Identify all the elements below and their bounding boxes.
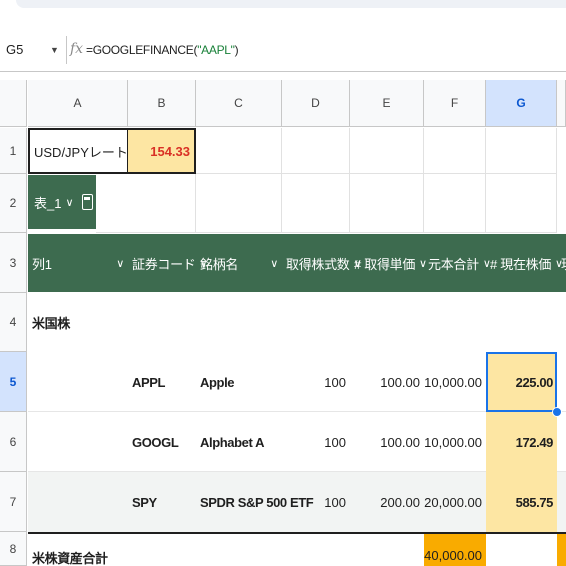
cell-f1[interactable] — [424, 128, 486, 174]
cell-e2[interactable] — [350, 174, 424, 233]
row-header-1[interactable]: 1 — [0, 128, 27, 174]
formula-suffix: ) — [234, 43, 239, 57]
cell-f2[interactable] — [424, 174, 486, 233]
code-cell[interactable]: GOOGL — [128, 412, 196, 472]
total-label-cell[interactable]: 米株資産合計 — [28, 534, 178, 566]
row-header-5[interactable]: 5 — [0, 352, 27, 412]
cell-g2[interactable] — [486, 174, 557, 233]
row-header-3[interactable]: 3 — [0, 233, 27, 293]
row-header-4[interactable]: 4 — [0, 293, 27, 352]
header-next-col-label: 現 — [561, 254, 566, 273]
header-col-1[interactable]: 列1 ∨ — [28, 234, 128, 292]
name-cell[interactable]: Apple — [196, 352, 282, 412]
name-cell[interactable]: SPDR S&P 500 ETF — [196, 472, 314, 532]
header-shares[interactable]: 取得株式数 ∨ — [282, 234, 362, 292]
table-name: 表_1 — [34, 195, 62, 211]
formula-bar-divider — [66, 36, 67, 64]
total-next-cell[interactable] — [557, 534, 566, 566]
active-cell-outline — [486, 352, 557, 412]
column-header-d[interactable]: D — [282, 80, 350, 127]
cell-d2[interactable] — [282, 174, 350, 233]
code-cell[interactable]: SPY — [128, 472, 196, 532]
unit-cost-cell[interactable]: 100.00 — [350, 412, 424, 472]
header-col-1-dropdown-icon[interactable]: ∨ — [116, 257, 124, 270]
principal-cell[interactable]: 20,000.00 — [424, 472, 486, 532]
header-unit-cost[interactable]: # 取得単価 ∨ — [350, 234, 427, 292]
table-name-chip[interactable]: 表_1 ∨ — [28, 175, 96, 229]
fill-handle[interactable] — [552, 407, 562, 417]
header-current-price-label: # 現在株価 — [490, 256, 552, 272]
fx-icon: fx — [70, 41, 84, 57]
column-header-c[interactable]: C — [196, 80, 282, 127]
formula-bar: G5 ▼ fx =GOOGLEFINANCE("AAPL") — [0, 28, 566, 72]
principal-cell[interactable]: 10,000.00 — [424, 412, 486, 472]
header-current-price[interactable]: # 現在株価 ∨ — [486, 234, 563, 292]
unit-cost-cell[interactable]: 100.00 — [350, 352, 424, 412]
cell-c1[interactable] — [196, 128, 282, 174]
name-box[interactable]: G5 — [6, 39, 56, 61]
code-cell[interactable]: APPL — [128, 352, 196, 412]
header-shares-label: 取得株式数 — [286, 256, 350, 272]
header-securities-code-label: 証券コード — [132, 256, 196, 272]
top-toolbar — [0, 0, 566, 28]
select-all-corner[interactable] — [0, 80, 27, 127]
shares-cell[interactable]: 100 — [282, 472, 350, 532]
calculator-icon[interactable] — [81, 194, 93, 210]
header-stock-name-label: 銘柄名 — [200, 256, 239, 272]
principal-cell[interactable]: 10,000.00 — [424, 352, 486, 412]
unit-cost-cell[interactable]: 200.00 — [350, 472, 424, 532]
name-cell[interactable]: Alphabet A — [196, 412, 282, 472]
header-next-col[interactable]: 現 — [557, 234, 566, 292]
group-label-cell[interactable]: 米国株 — [28, 293, 128, 352]
column-header-g[interactable]: G — [486, 80, 557, 127]
shares-cell[interactable]: 100 — [282, 352, 350, 412]
price-cell[interactable]: 585.75 — [486, 472, 557, 532]
column-header-a[interactable]: A — [28, 80, 128, 127]
header-principal-label: 元本合計 — [428, 256, 479, 272]
toolbar-strip — [16, 0, 566, 8]
rate-value-cell[interactable]: 154.33 — [128, 128, 196, 174]
header-stock-name[interactable]: 銘柄名 ∨ — [196, 234, 282, 292]
name-box-dropdown-icon[interactable]: ▼ — [50, 39, 59, 61]
column-header-e[interactable]: E — [350, 80, 424, 127]
total-principal-cell[interactable]: 40,000.00 — [424, 534, 486, 566]
row-header-7[interactable]: 7 — [0, 472, 27, 532]
cell-g1[interactable] — [486, 128, 557, 174]
cell-e1[interactable] — [350, 128, 424, 174]
row-header-6[interactable]: 6 — [0, 412, 27, 472]
column-header-h[interactable] — [557, 80, 566, 127]
cell-d1[interactable] — [282, 128, 350, 174]
header-principal[interactable]: 元本合計 ∨ — [424, 234, 491, 292]
row-header-8[interactable]: 8 — [0, 532, 27, 566]
cell-c2[interactable] — [196, 174, 282, 233]
shares-cell[interactable]: 100 — [282, 412, 350, 472]
column-header-f[interactable]: F — [424, 80, 486, 127]
header-securities-code[interactable]: 証券コード ∨ — [128, 234, 208, 292]
cell-b2[interactable] — [96, 174, 196, 233]
formula-prefix: =GOOGLEFINANCE( — [86, 43, 198, 57]
formula-input[interactable]: =GOOGLEFINANCE("AAPL") — [86, 39, 239, 61]
rate-label-cell[interactable]: USD/JPYレート — [28, 128, 128, 174]
table-menu-chevron-icon[interactable]: ∨ — [65, 196, 73, 209]
column-header-b[interactable]: B — [128, 80, 196, 127]
formula-argument: "AAPL" — [197, 43, 235, 57]
header-stock-name-dropdown-icon[interactable]: ∨ — [270, 257, 278, 270]
header-unit-cost-label: # 取得単価 — [354, 256, 416, 272]
header-col-1-label: 列1 — [32, 256, 52, 272]
row-header-2[interactable]: 2 — [0, 174, 27, 233]
price-cell[interactable]: 172.49 — [486, 412, 557, 472]
